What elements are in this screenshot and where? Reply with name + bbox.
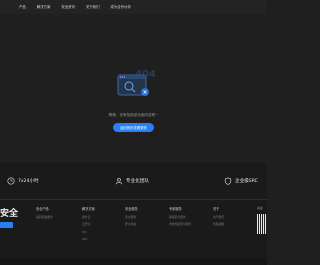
- feature-src: 企业级SRC: [224, 177, 258, 185]
- feature-label: 7x24小时: [18, 179, 39, 184]
- footer-link[interactable]: 安全评估: [125, 222, 138, 226]
- feature-label: 企业级SRC: [235, 179, 258, 184]
- footer-column-expert: 专家服务 等保安全服务 渗透测试安全服务: [169, 206, 191, 230]
- qr-code-icon: [257, 214, 267, 234]
- footer-column-heading: 安全产品: [36, 207, 49, 211]
- footer-column-services: 安全服务 安全服务 安全评估: [125, 206, 138, 230]
- back-home-button[interactable]: 返回首页查看更多: [113, 123, 154, 132]
- nav-item-solutions[interactable]: 解决方案: [37, 4, 51, 9]
- footer-link[interactable]: 等保安全服务: [169, 215, 191, 219]
- footer: 安全 安全产品 漏洞扫描服务 解决方案 政务云 云安全 IDC SPC 安全服务…: [0, 200, 267, 265]
- nav-item-security-news[interactable]: 安全资讯: [61, 4, 75, 9]
- features-bar: 7x24小时 专业化团队 企业级SRC: [0, 163, 267, 199]
- footer-link[interactable]: SPC: [82, 237, 95, 241]
- feature-label: 专业化团队: [126, 179, 149, 184]
- footer-link[interactable]: 隐私政策: [213, 222, 224, 226]
- main-nav: 产品 解决方案 安全资讯 关于我们 成为合作伙伴: [19, 4, 142, 9]
- footer-link[interactable]: 渗透测试安全服务: [169, 222, 191, 226]
- footer-column-heading: 关于: [213, 207, 220, 211]
- not-found-illustration-icon: 404: [117, 69, 155, 96]
- footer-column-solutions: 解决方案 政务云 云安全 IDC SPC: [82, 206, 95, 244]
- footer-column-about: 关于 关于我们 隐私政策: [213, 206, 224, 230]
- footer-column-products: 安全产品 漏洞扫描服务: [36, 206, 53, 222]
- footer-link[interactable]: 漏洞扫描服务: [36, 215, 53, 219]
- feature-24h: 7x24小时: [7, 177, 39, 185]
- contact-button[interactable]: [0, 222, 13, 228]
- footer-link[interactable]: 安全服务: [125, 215, 138, 219]
- footer-column-heading: 安全服务: [125, 207, 138, 211]
- not-found-message: 啊哦，没有找到该页面内容呢~: [108, 113, 159, 117]
- footer-link[interactable]: IDC: [82, 230, 95, 234]
- clock-icon: [7, 177, 15, 185]
- footer-link[interactable]: 关于我们: [213, 215, 224, 219]
- footer-column-heading: 解决方案: [82, 207, 95, 211]
- footer-logo: 安全: [0, 209, 19, 219]
- footer-column-heading: 专家服务: [169, 207, 182, 211]
- footer-link[interactable]: 政务云: [82, 215, 95, 219]
- footer-link[interactable]: 云安全: [82, 222, 95, 226]
- copyright-bar: [0, 258, 267, 265]
- not-found-section: 404 啊哦，没有找到该页面内容呢~ 返回首页查看更多: [0, 14, 267, 163]
- feature-team: 专业化团队: [115, 177, 149, 185]
- top-navbar: 产品 解决方案 安全资讯 关于我们 成为合作伙伴: [0, 0, 267, 14]
- nav-item-partner[interactable]: 成为合作伙伴: [110, 4, 130, 9]
- shield-icon: [224, 177, 232, 185]
- nav-item-products[interactable]: 产品: [19, 4, 26, 9]
- nav-item-about[interactable]: 关于我们: [86, 4, 100, 9]
- team-icon: [115, 178, 123, 185]
- qr-label: 关注: [257, 206, 263, 210]
